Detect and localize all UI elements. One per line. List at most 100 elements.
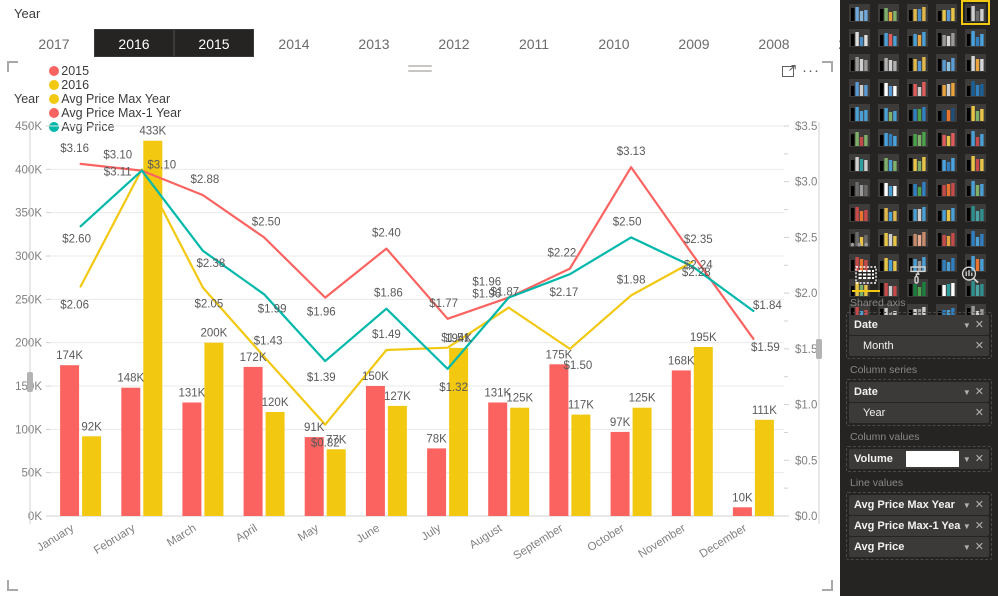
more-visuals-icon[interactable]: ••• <box>850 236 871 252</box>
left-axis-scroll-thumb[interactable] <box>27 372 33 392</box>
bar-December-2016[interactable] <box>754 419 774 516</box>
remove-field-icon[interactable]: ✕ <box>975 315 984 335</box>
right-axis-scroll-thumb[interactable] <box>816 339 822 359</box>
viz-type-line-marker[interactable] <box>874 175 903 200</box>
bar-October-2015[interactable] <box>610 431 630 516</box>
viz-type-mountain-area[interactable] <box>903 175 932 200</box>
viz-type-stacked-area[interactable] <box>903 0 932 25</box>
remove-field-icon[interactable]: ✕ <box>975 449 984 469</box>
viz-type-sunburst[interactable] <box>961 150 990 175</box>
viz-type-globe-map[interactable] <box>961 25 990 50</box>
format-tab[interactable] <box>892 258 944 292</box>
viz-type-scroller[interactable] <box>874 200 903 225</box>
legend-item-2[interactable]: Avg Price Max Year <box>49 92 181 106</box>
field-pill-year[interactable]: Year ✕ <box>849 403 989 423</box>
viz-type-clustered-column-line[interactable] <box>932 0 961 25</box>
bar-December-2015[interactable] <box>732 507 752 516</box>
bar-July-2015[interactable] <box>427 448 447 516</box>
viz-type-r-script[interactable] <box>845 100 874 125</box>
viz-type-gauge[interactable] <box>961 50 990 75</box>
bar-March-2015[interactable] <box>182 402 202 517</box>
line-Avg Price[interactable] <box>79 169 755 370</box>
viz-type-abc-visual[interactable] <box>874 225 903 250</box>
field-pill-volume[interactable]: Volume ▼ ✕ <box>849 449 989 469</box>
field-pill-avg-price-max-year[interactable]: Avg Price Max Year ▼ ✕ <box>849 495 989 515</box>
well-shared-axis[interactable]: Date ▼ ✕ Month ✕ <box>846 312 992 359</box>
more-options-icon[interactable]: ··· <box>802 63 820 78</box>
chevron-down-icon[interactable]: ▼ <box>963 388 971 397</box>
bar-October-2016[interactable] <box>632 407 652 516</box>
slicer-year-2015[interactable]: 2015 <box>174 29 254 57</box>
viz-type-histogram[interactable] <box>845 150 874 175</box>
field-pill-date[interactable]: Date ▼ ✕ <box>849 382 989 402</box>
remove-field-icon[interactable]: ✕ <box>975 537 984 557</box>
viz-type-bullet-chart[interactable] <box>874 125 903 150</box>
remove-field-icon[interactable]: ✕ <box>975 516 984 536</box>
viz-type-funnel[interactable] <box>932 50 961 75</box>
bar-November-2016[interactable] <box>693 347 713 516</box>
slicer-year-2009[interactable]: 2009 <box>654 29 734 57</box>
viz-type-treemap[interactable] <box>932 25 961 50</box>
viz-type-box-whisker[interactable] <box>961 125 990 150</box>
viz-type-arcgis-map[interactable] <box>903 100 932 125</box>
remove-field-icon[interactable]: ✕ <box>975 382 984 402</box>
viz-type-clock-chart[interactable] <box>932 200 961 225</box>
well-line-values[interactable]: Avg Price Max Year ▼ ✕ Avg Price Max-1 Year… <box>846 492 992 560</box>
viz-type-filled-map[interactable] <box>874 100 903 125</box>
bar-June-2015[interactable] <box>365 386 385 516</box>
slicer-year-2008[interactable]: 2008 <box>734 29 814 57</box>
field-pill-avg-price[interactable]: Avg Price ▼ ✕ <box>849 537 989 557</box>
viz-type-radar-chart[interactable] <box>845 175 874 200</box>
bar-July-2016[interactable] <box>449 347 469 516</box>
remove-field-icon[interactable]: ✕ <box>975 403 984 423</box>
field-rename-input[interactable] <box>906 451 959 467</box>
well-column-values[interactable]: Volume ▼ ✕ <box>846 446 992 472</box>
viz-type-donut-chart[interactable] <box>961 75 990 100</box>
viz-type-sankey[interactable] <box>932 150 961 175</box>
field-pill-avg-price-max-1-year[interactable]: Avg Price Max-1 Year ▼ ✕ <box>849 516 989 536</box>
chevron-down-icon[interactable]: ▼ <box>963 501 971 510</box>
remove-field-icon[interactable]: ✕ <box>975 336 984 356</box>
line-Avg Price Max-1 Year[interactable] <box>79 162 755 340</box>
combo-chart-visual[interactable]: ··· Year 2015 2016 Avg Price Max Year Avg P… <box>7 61 833 591</box>
legend-item-1[interactable]: 2016 <box>49 78 181 92</box>
bar-April-2015[interactable] <box>243 366 263 516</box>
viz-type-stream-graph[interactable] <box>961 200 990 225</box>
viz-type-word-cloud[interactable] <box>874 150 903 175</box>
viz-type-area-chart[interactable] <box>874 0 903 25</box>
bar-September-2015[interactable] <box>549 364 569 516</box>
bar-June-2016[interactable] <box>387 405 407 516</box>
viz-type-clustered-bar[interactable] <box>845 25 874 50</box>
remove-field-icon[interactable]: ✕ <box>975 495 984 515</box>
chevron-down-icon[interactable]: ▼ <box>963 321 971 330</box>
drag-handle-icon[interactable] <box>408 65 432 77</box>
chevron-down-icon[interactable]: ▼ <box>963 543 971 552</box>
bar-February-2015[interactable] <box>121 387 141 516</box>
viz-type-slicer[interactable] <box>932 75 961 100</box>
viz-type-decomposition-tree[interactable] <box>903 200 932 225</box>
bar-May-2016[interactable] <box>326 449 346 516</box>
slicer-year-2017[interactable]: 2017 <box>14 29 94 57</box>
viz-type-line-chart[interactable] <box>845 0 874 25</box>
slicer-year-2016[interactable]: 2016 <box>94 29 174 57</box>
viz-type-pareto[interactable] <box>932 225 961 250</box>
bar-February-2016[interactable] <box>143 140 163 516</box>
viz-type-ribbon-chart[interactable] <box>845 200 874 225</box>
bar-January-2016[interactable] <box>82 436 102 516</box>
viz-type-scatter-chart[interactable] <box>874 25 903 50</box>
viz-type-chiclet-slicer[interactable] <box>932 100 961 125</box>
bar-August-2016[interactable] <box>510 407 530 516</box>
focus-mode-icon[interactable] <box>782 65 796 78</box>
viz-type-waterfall[interactable] <box>903 50 932 75</box>
slicer-year-2012[interactable]: 2012 <box>414 29 494 57</box>
viz-type-multi-row-card[interactable] <box>845 75 874 100</box>
analytics-tab[interactable] <box>944 258 996 292</box>
viz-type-card[interactable] <box>874 75 903 100</box>
chevron-down-icon[interactable]: ▼ <box>963 455 971 464</box>
slicer-year-2010[interactable]: 2010 <box>574 29 654 57</box>
bar-September-2016[interactable] <box>571 414 591 516</box>
slicer-year-2014[interactable]: 2014 <box>254 29 334 57</box>
bar-January-2015[interactable] <box>60 365 80 516</box>
field-pill-month[interactable]: Month ✕ <box>849 336 989 356</box>
fields-tab[interactable] <box>840 258 892 292</box>
